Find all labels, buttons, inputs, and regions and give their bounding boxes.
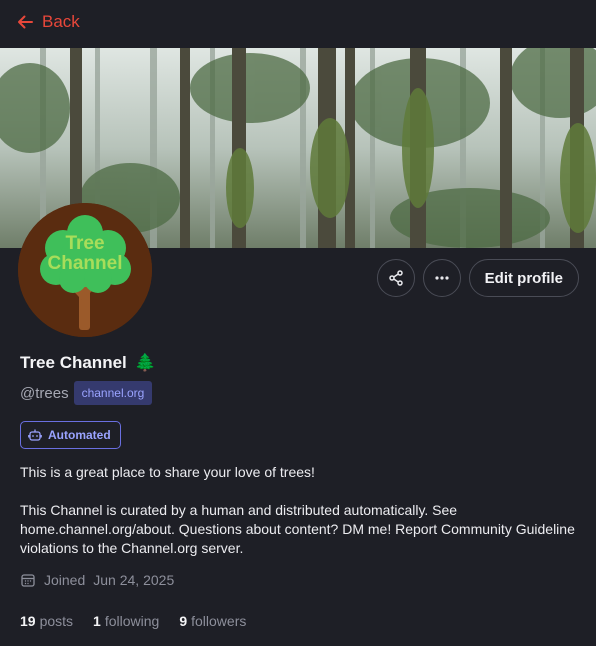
bio-paragraph: This is a great place to share your love…	[20, 464, 315, 480]
tree-emoji: 🌲	[134, 353, 156, 372]
posts-stat[interactable]: 19 posts	[20, 613, 73, 629]
back-label: Back	[42, 12, 80, 31]
share-button[interactable]	[376, 259, 415, 297]
handle: @trees	[20, 384, 69, 402]
arrow-left-icon	[18, 15, 33, 29]
posts-count: 19	[20, 613, 36, 629]
following-count: 1	[93, 613, 101, 629]
followers-stat[interactable]: 9 followers	[179, 613, 246, 629]
avatar[interactable]: Tree Channel	[18, 203, 152, 337]
following-label: following	[104, 613, 160, 629]
avatar-text-line1: Tree	[65, 233, 104, 254]
profile-actions: Edit profile	[376, 259, 579, 297]
calendar-icon	[21, 574, 35, 587]
avatar-text-line2: Channel	[48, 253, 123, 274]
posts-label: posts	[39, 613, 74, 629]
top-bar: Back	[0, 0, 596, 48]
share-icon	[388, 270, 403, 286]
followers-label: followers	[191, 613, 247, 629]
following-stat[interactable]: 1 following	[93, 613, 159, 629]
display-name-row: Tree Channel 🌲	[20, 353, 156, 373]
bio-paragraph: This Channel is curated by a human and d…	[20, 502, 575, 556]
back-button[interactable]: Back	[16, 10, 80, 34]
more-icon	[435, 276, 449, 280]
tree-logo: Tree Channel	[18, 203, 152, 337]
profile-stats: 19 posts 1 following 9 followers	[20, 613, 246, 629]
followers-count: 9	[179, 613, 188, 629]
automated-label: Automated	[48, 428, 111, 442]
handle-row: @trees channel.org	[20, 381, 153, 405]
joined-date: Joined Jun 24, 2025	[20, 572, 174, 588]
display-name: Tree Channel	[20, 353, 127, 372]
profile-bio: This is a great place to share your love…	[20, 463, 590, 558]
automated-badge[interactable]: Automated	[20, 421, 121, 449]
more-button[interactable]	[422, 259, 461, 297]
joined-label: Joined	[44, 572, 86, 588]
domain-badge[interactable]: channel.org	[73, 381, 153, 405]
robot-icon	[28, 429, 42, 441]
joined-value: Jun 24, 2025	[93, 572, 175, 588]
edit-profile-button[interactable]: Edit profile	[468, 259, 579, 297]
